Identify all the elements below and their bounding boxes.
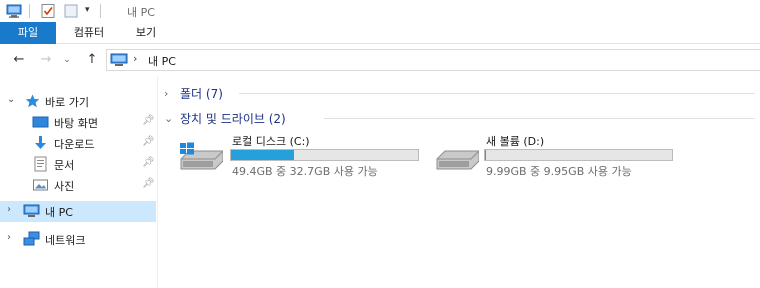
expanded-chevron-icon[interactable]: ⌄ — [164, 112, 180, 125]
tab-computer[interactable]: 컴퓨터 — [61, 22, 117, 44]
nav-item-documents[interactable]: 문서 📌︎ — [0, 154, 156, 175]
toolbar-separator — [100, 4, 101, 18]
nav-label-downloads: 다운로드 — [54, 138, 95, 151]
nav-item-desktop[interactable]: 바탕 화면 📌︎ — [0, 112, 156, 133]
nav-label-this-pc: 내 PC — [45, 206, 73, 219]
pin-icon[interactable]: 📌︎ — [142, 178, 155, 189]
properties-check-icon[interactable] — [40, 3, 56, 19]
address-bar[interactable]: › 내 PC — [106, 49, 760, 71]
drive-name-d: 새 볼륨 (D:) — [486, 135, 545, 148]
nav-quick-access[interactable]: ⌄ 바로 가기 — [0, 91, 156, 112]
nav-item-network[interactable]: › 네트워크 — [0, 229, 156, 250]
computer-icon[interactable] — [6, 3, 22, 19]
star-icon — [25, 94, 40, 108]
group-divider — [239, 93, 755, 94]
navigation-pane: ⌄ 바로 가기 바탕 화면 📌︎ 다운로드 📌︎ 문서 📌︎ 사진 📌︎ › 내… — [0, 76, 158, 288]
download-arrow-icon — [35, 136, 46, 149]
nav-label-desktop: 바탕 화면 — [54, 117, 98, 130]
computer-icon — [23, 204, 40, 217]
nav-label-quick-access: 바로 가기 — [45, 96, 89, 109]
network-icon — [23, 231, 40, 246]
hard-drive-icon — [436, 150, 479, 170]
collapsed-chevron-icon[interactable]: › — [7, 204, 11, 215]
new-folder-icon[interactable] — [63, 3, 79, 19]
pictures-icon — [33, 179, 48, 191]
drive-usage-bar-d — [484, 149, 673, 161]
group-devices-label: 장치 및 드라이브 (2) — [180, 111, 286, 126]
breadcrumb-this-pc[interactable]: 내 PC — [148, 53, 176, 69]
nav-label-pictures: 사진 — [54, 180, 75, 193]
collapsed-chevron-icon[interactable]: › — [7, 232, 11, 243]
desktop-icon — [32, 116, 49, 128]
group-folders-label: 폴더 (7) — [180, 86, 223, 101]
ribbon-tabs: 파일 컴퓨터 보기 — [0, 22, 760, 44]
drive-usage-fill-c — [231, 150, 295, 160]
pin-icon[interactable]: 📌︎ — [142, 157, 155, 168]
drive-tile-d[interactable]: 새 볼륨 (D:) 9.99GB 중 9.95GB 사용 가능 — [435, 133, 685, 179]
drive-usage-bar-c — [230, 149, 419, 161]
breadcrumb-chevron-icon[interactable]: › — [133, 52, 137, 65]
drive-space-text-c: 49.4GB 중 32.7GB 사용 가능 — [232, 165, 378, 178]
expanded-chevron-icon[interactable]: ⌄ — [7, 94, 15, 105]
back-arrow-icon[interactable]: ← — [10, 52, 28, 68]
tab-view[interactable]: 보기 — [124, 22, 168, 44]
content-pane: › 폴더 (7) ⌄ 장치 및 드라이브 (2) — [159, 76, 760, 288]
pin-icon[interactable]: 📌︎ — [142, 115, 155, 126]
window-title: 내 PC — [127, 6, 155, 19]
collapsed-chevron-icon[interactable]: › — [164, 87, 180, 100]
title-bar: ▾ 내 PC — [0, 0, 760, 22]
customize-dropdown-icon[interactable]: ▾ — [85, 5, 90, 15]
drive-name-c: 로컬 디스크 (C:) — [232, 135, 310, 148]
nav-label-documents: 문서 — [54, 159, 75, 172]
up-arrow-icon[interactable]: ↑ — [83, 52, 101, 68]
nav-label-network: 네트워크 — [45, 234, 86, 247]
nav-item-this-pc[interactable]: › 내 PC — [0, 201, 156, 222]
toolbar-separator — [29, 4, 30, 18]
group-divider — [324, 118, 755, 119]
group-folders[interactable]: › 폴더 (7) — [164, 84, 223, 102]
drive-usage-fill-d — [485, 150, 486, 160]
recent-locations-chevron-icon[interactable]: ⌄ — [58, 52, 76, 68]
drive-space-text-d: 9.99GB 중 9.95GB 사용 가능 — [486, 165, 632, 178]
drive-tile-c[interactable]: 로컬 디스크 (C:) 49.4GB 중 32.7GB 사용 가능 — [179, 133, 429, 179]
document-icon — [34, 156, 47, 172]
computer-icon — [110, 53, 128, 66]
forward-arrow-icon[interactable]: → — [37, 52, 55, 68]
windows-drive-icon — [180, 142, 223, 170]
pin-icon[interactable]: 📌︎ — [142, 136, 155, 147]
nav-item-pictures[interactable]: 사진 📌︎ — [0, 175, 156, 196]
group-devices-drives[interactable]: ⌄ 장치 및 드라이브 (2) — [164, 109, 286, 127]
nav-item-downloads[interactable]: 다운로드 📌︎ — [0, 133, 156, 154]
tab-file[interactable]: 파일 — [0, 22, 56, 44]
